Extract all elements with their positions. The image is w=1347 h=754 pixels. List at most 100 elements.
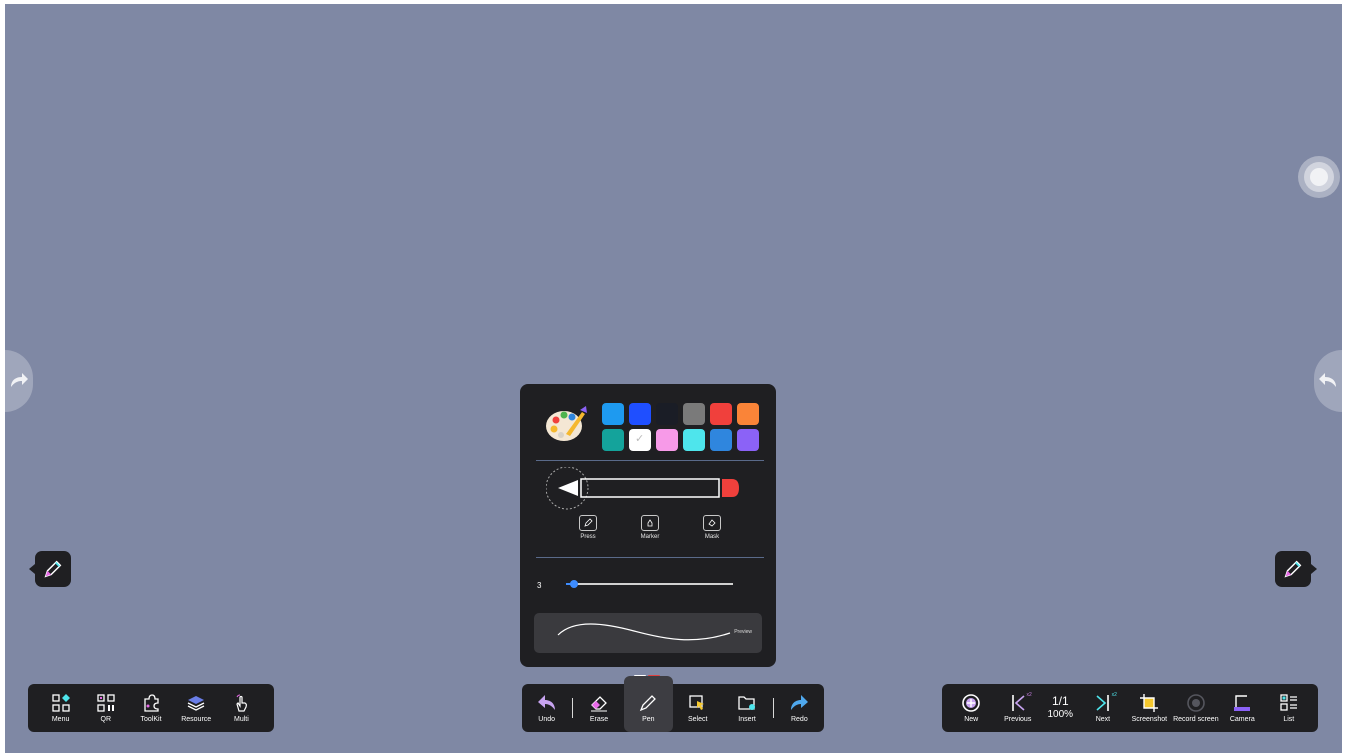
next-page-button[interactable]: x2 Next — [1080, 684, 1126, 732]
left-toolbar: Menu QR ToolKit Resource Multi — [28, 684, 274, 732]
color-swatch[interactable] — [656, 403, 678, 425]
right-floating-pen-button[interactable] — [1275, 551, 1317, 587]
select-label: Select — [687, 716, 708, 723]
pen-type-label: Marker — [640, 534, 660, 540]
next-label: Next — [1095, 716, 1111, 723]
puzzle-icon — [141, 693, 161, 713]
multi-label: Multi — [234, 716, 249, 723]
color-swatch-grid — [602, 403, 759, 451]
redo-arrow-icon — [11, 373, 28, 387]
page-number: 1/1 — [1051, 694, 1069, 708]
screenshot-label: Screenshot — [1131, 716, 1168, 723]
pen-button[interactable]: Pen — [623, 676, 674, 732]
new-page-icon — [961, 693, 981, 713]
color-swatch[interactable] — [656, 429, 678, 451]
stroke-preview-box: Preview — [534, 613, 762, 653]
center-toolbar: Undo Erase Pen Select Insert Redo — [522, 676, 824, 732]
menu-label: Menu — [51, 716, 70, 723]
pen-type-mask[interactable]: Mask — [692, 515, 732, 540]
redo-icon — [789, 693, 809, 713]
page-indicator: 1/1 100% — [1041, 695, 1080, 721]
pen-icon — [1284, 560, 1302, 578]
pen-type-label: Press — [580, 534, 596, 540]
color-swatch[interactable] — [602, 429, 624, 451]
pressure-pen-icon — [579, 515, 597, 531]
screenshot-crop-icon — [1139, 693, 1159, 713]
pen-type-label: Mask — [704, 534, 720, 540]
next-page-icon — [1093, 693, 1113, 713]
resource-button[interactable]: Resource — [174, 684, 219, 732]
previous-page-icon — [1008, 693, 1028, 713]
resource-label: Resource — [181, 716, 212, 723]
folder-insert-icon — [737, 693, 757, 713]
previous-label: Previous — [1004, 716, 1032, 723]
color-swatch[interactable] — [683, 429, 705, 451]
previous-page-button[interactable]: x2 Previous — [994, 684, 1040, 732]
eraser-icon — [589, 693, 609, 713]
toolbar-separator — [772, 698, 774, 718]
record-label: Record screen — [1173, 716, 1219, 723]
select-button[interactable]: Select — [673, 684, 722, 732]
pen-type-pressure[interactable]: Press — [568, 515, 608, 540]
marker-icon — [641, 515, 659, 531]
multi-touch-icon — [231, 693, 251, 713]
pen-settings-panel: Press Marker Mask 3 Preview — [520, 384, 776, 667]
toolkit-button[interactable]: ToolKit — [128, 684, 173, 732]
color-swatch[interactable] — [683, 403, 705, 425]
stroke-preview-curve — [557, 623, 731, 641]
undo-button[interactable]: Undo — [522, 684, 571, 732]
color-swatch[interactable] — [710, 429, 732, 451]
next-badge: x2 — [1111, 692, 1117, 698]
toolbar-separator — [572, 698, 574, 718]
undo-arrow-icon — [1319, 373, 1336, 387]
qr-code-icon — [96, 693, 116, 713]
stroke-size-value: 3 — [537, 581, 542, 590]
menu-button[interactable]: Menu — [38, 684, 83, 732]
pen-label: Pen — [642, 716, 655, 723]
redo-button[interactable]: Redo — [775, 684, 824, 732]
multi-button[interactable]: Multi — [219, 684, 264, 732]
record-screen-button[interactable]: Record screen — [1173, 684, 1219, 732]
insert-button[interactable]: Insert — [722, 684, 771, 732]
preview-label: Preview — [734, 629, 752, 635]
camera-label: Camera — [1229, 716, 1255, 723]
color-palette-icon — [546, 406, 587, 441]
list-button[interactable]: List — [1266, 684, 1312, 732]
qr-button[interactable]: QR — [83, 684, 128, 732]
slider-thumb[interactable] — [570, 580, 579, 588]
screenshot-button[interactable]: Screenshot — [1126, 684, 1172, 732]
undo-label: Undo — [538, 716, 556, 723]
right-toolbar: New x2 Previous 1/1 100% x2 Next Screens… — [942, 684, 1318, 732]
color-swatch[interactable] — [737, 429, 759, 451]
color-swatch[interactable] — [602, 403, 624, 425]
select-cursor-icon — [688, 693, 708, 713]
floating-assistive-button[interactable] — [1298, 156, 1340, 198]
color-swatch[interactable] — [737, 403, 759, 425]
panel-divider — [536, 460, 764, 461]
pen-icon — [638, 693, 658, 713]
undo-icon — [537, 693, 557, 713]
pen-icon — [44, 560, 62, 578]
erase-label: Erase — [589, 716, 609, 723]
new-page-button[interactable]: New — [948, 684, 994, 732]
insert-label: Insert — [738, 716, 756, 723]
pen-type-marker[interactable]: Marker — [630, 515, 670, 540]
page-list-icon — [1279, 693, 1299, 713]
document-camera-icon — [1232, 693, 1252, 713]
color-swatch[interactable] — [629, 429, 651, 451]
new-label: New — [964, 716, 979, 723]
mask-highlighter-icon — [703, 515, 721, 531]
toolkit-label: ToolKit — [140, 716, 162, 723]
camera-button[interactable]: Camera — [1219, 684, 1265, 732]
color-swatch[interactable] — [629, 403, 651, 425]
previous-badge: x2 — [1026, 692, 1032, 698]
layers-icon — [186, 693, 206, 713]
qr-label: QR — [100, 716, 112, 723]
redo-label: Redo — [790, 716, 808, 723]
stroke-size-slider[interactable] — [566, 580, 733, 588]
left-floating-pen-button[interactable] — [29, 551, 71, 587]
erase-button[interactable]: Erase — [574, 684, 623, 732]
zoom-level: 100% — [1047, 709, 1074, 720]
color-swatch[interactable] — [710, 403, 732, 425]
list-label: List — [1283, 716, 1295, 723]
